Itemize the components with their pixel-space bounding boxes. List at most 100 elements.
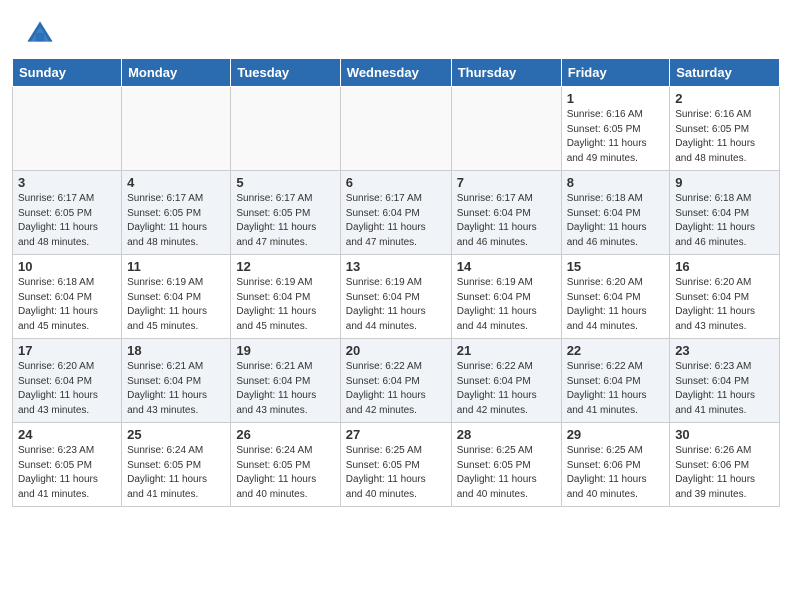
logo [24,18,64,50]
calendar-cell [122,87,231,171]
day-info: Sunrise: 6:17 AMSunset: 6:05 PMDaylight:… [127,192,225,250]
day-number: 4 [127,175,225,190]
day-info: Sunrise: 6:17 AMSunset: 6:05 PMDaylight:… [18,192,116,250]
day-number: 11 [127,259,225,274]
day-info: Sunrise: 6:18 AMSunset: 6:04 PMDaylight:… [567,192,665,250]
day-number: 13 [346,259,446,274]
day-info: Sunrise: 6:19 AMSunset: 6:04 PMDaylight:… [127,276,225,334]
calendar-cell: 18 Sunrise: 6:21 AMSunset: 6:04 PMDayligh… [122,339,231,423]
calendar-cell: 14 Sunrise: 6:19 AMSunset: 6:04 PMDayligh… [451,255,561,339]
calendar-cell: 8 Sunrise: 6:18 AMSunset: 6:04 PMDaylight… [561,171,670,255]
calendar-week-row: 10 Sunrise: 6:18 AMSunset: 6:04 PMDayligh… [13,255,780,339]
weekday-header: Tuesday [231,59,340,87]
day-number: 24 [18,427,116,442]
weekday-header: Monday [122,59,231,87]
day-number: 12 [236,259,334,274]
calendar-cell: 24 Sunrise: 6:23 AMSunset: 6:05 PMDayligh… [13,423,122,507]
day-number: 1 [567,91,665,106]
day-number: 10 [18,259,116,274]
calendar-week-row: 1 Sunrise: 6:16 AMSunset: 6:05 PMDaylight… [13,87,780,171]
day-number: 22 [567,343,665,358]
day-info: Sunrise: 6:20 AMSunset: 6:04 PMDaylight:… [675,276,774,334]
day-number: 18 [127,343,225,358]
calendar-cell: 20 Sunrise: 6:22 AMSunset: 6:04 PMDayligh… [340,339,451,423]
day-number: 30 [675,427,774,442]
calendar-cell [340,87,451,171]
day-info: Sunrise: 6:21 AMSunset: 6:04 PMDaylight:… [236,360,334,418]
day-info: Sunrise: 6:17 AMSunset: 6:04 PMDaylight:… [457,192,556,250]
day-number: 27 [346,427,446,442]
calendar-cell: 5Sunrise: 6:17 AMSunset: 6:05 PMDaylight… [231,171,340,255]
day-number: 15 [567,259,665,274]
day-info: Sunrise: 6:23 AMSunset: 6:04 PMDaylight:… [675,360,774,418]
day-info: Sunrise: 6:22 AMSunset: 6:04 PMDaylight:… [346,360,446,418]
calendar-cell: 7 Sunrise: 6:17 AMSunset: 6:04 PMDaylight… [451,171,561,255]
day-info: Sunrise: 6:25 AMSunset: 6:05 PMDaylight:… [457,444,556,502]
calendar-cell: 2 Sunrise: 6:16 AMSunset: 6:05 PMDaylight… [670,87,780,171]
day-number: 2 [675,91,774,106]
weekday-header: Saturday [670,59,780,87]
day-info: Sunrise: 6:19 AMSunset: 6:04 PMDaylight:… [457,276,556,334]
day-info: Sunrise: 6:18 AMSunset: 6:04 PMDaylight:… [18,276,116,334]
day-info: Sunrise: 6:19 AMSunset: 6:04 PMDaylight:… [236,276,334,334]
day-info: Sunrise: 6:21 AMSunset: 6:04 PMDaylight:… [127,360,225,418]
calendar-cell [451,87,561,171]
calendar-cell: 29Sunrise: 6:25 AMSunset: 6:06 PMDayligh… [561,423,670,507]
calendar-cell: 6 Sunrise: 6:17 AMSunset: 6:04 PMDaylight… [340,171,451,255]
calendar-cell: 11 Sunrise: 6:19 AMSunset: 6:04 PMDayligh… [122,255,231,339]
header [0,0,792,58]
day-info: Sunrise: 6:18 AMSunset: 6:04 PMDaylight:… [675,192,774,250]
weekday-header: Sunday [13,59,122,87]
day-info: Sunrise: 6:25 AMSunset: 6:06 PMDaylight:… [567,444,665,502]
calendar-cell [231,87,340,171]
calendar-header-row: SundayMondayTuesdayWednesdayThursdayFrid… [13,59,780,87]
day-info: Sunrise: 6:20 AMSunset: 6:04 PMDaylight:… [18,360,116,418]
weekday-header: Friday [561,59,670,87]
day-number: 23 [675,343,774,358]
day-number: 14 [457,259,556,274]
calendar-wrapper: SundayMondayTuesdayWednesdayThursdayFrid… [0,58,792,519]
calendar-cell: 26Sunrise: 6:24 AMSunset: 6:05 PMDayligh… [231,423,340,507]
day-info: Sunrise: 6:20 AMSunset: 6:04 PMDaylight:… [567,276,665,334]
calendar-cell: 12 Sunrise: 6:19 AMSunset: 6:04 PMDayligh… [231,255,340,339]
logo-icon [24,18,56,50]
day-info: Sunrise: 6:17 AMSunset: 6:04 PMDaylight:… [346,192,446,250]
day-info: Sunrise: 6:25 AMSunset: 6:05 PMDaylight:… [346,444,446,502]
day-number: 28 [457,427,556,442]
calendar-cell: 19 Sunrise: 6:21 AMSunset: 6:04 PMDayligh… [231,339,340,423]
day-info: Sunrise: 6:16 AMSunset: 6:05 PMDaylight:… [675,108,774,166]
calendar-cell: 13 Sunrise: 6:19 AMSunset: 6:04 PMDayligh… [340,255,451,339]
day-info: Sunrise: 6:22 AMSunset: 6:04 PMDaylight:… [567,360,665,418]
calendar-cell: 28 Sunrise: 6:25 AMSunset: 6:05 PMDayligh… [451,423,561,507]
day-number: 16 [675,259,774,274]
day-number: 26 [236,427,334,442]
calendar-cell: 9Sunrise: 6:18 AMSunset: 6:04 PMDaylight… [670,171,780,255]
day-info: Sunrise: 6:19 AMSunset: 6:04 PMDaylight:… [346,276,446,334]
calendar-week-row: 24 Sunrise: 6:23 AMSunset: 6:05 PMDayligh… [13,423,780,507]
day-number: 6 [346,175,446,190]
day-info: Sunrise: 6:22 AMSunset: 6:04 PMDaylight:… [457,360,556,418]
calendar-cell: 1 Sunrise: 6:16 AMSunset: 6:05 PMDaylight… [561,87,670,171]
day-info: Sunrise: 6:26 AMSunset: 6:06 PMDaylight:… [675,444,774,502]
calendar-cell: 21Sunrise: 6:22 AMSunset: 6:04 PMDayligh… [451,339,561,423]
day-number: 20 [346,343,446,358]
day-number: 7 [457,175,556,190]
day-number: 8 [567,175,665,190]
calendar-cell: 3 Sunrise: 6:17 AMSunset: 6:05 PMDaylight… [13,171,122,255]
day-info: Sunrise: 6:16 AMSunset: 6:05 PMDaylight:… [567,108,665,166]
calendar-cell: 30 Sunrise: 6:26 AMSunset: 6:06 PMDayligh… [670,423,780,507]
day-number: 19 [236,343,334,358]
day-number: 25 [127,427,225,442]
day-number: 5 [236,175,334,190]
calendar-cell: 4 Sunrise: 6:17 AMSunset: 6:05 PMDaylight… [122,171,231,255]
weekday-header: Wednesday [340,59,451,87]
calendar-cell: 15 Sunrise: 6:20 AMSunset: 6:04 PMDayligh… [561,255,670,339]
day-number: 3 [18,175,116,190]
calendar-week-row: 3 Sunrise: 6:17 AMSunset: 6:05 PMDaylight… [13,171,780,255]
calendar-cell: 25Sunrise: 6:24 AMSunset: 6:05 PMDayligh… [122,423,231,507]
day-number: 17 [18,343,116,358]
calendar-cell: 17 Sunrise: 6:20 AMSunset: 6:04 PMDayligh… [13,339,122,423]
day-info: Sunrise: 6:23 AMSunset: 6:05 PMDaylight:… [18,444,116,502]
calendar-cell: 22 Sunrise: 6:22 AMSunset: 6:04 PMDayligh… [561,339,670,423]
weekday-header: Thursday [451,59,561,87]
